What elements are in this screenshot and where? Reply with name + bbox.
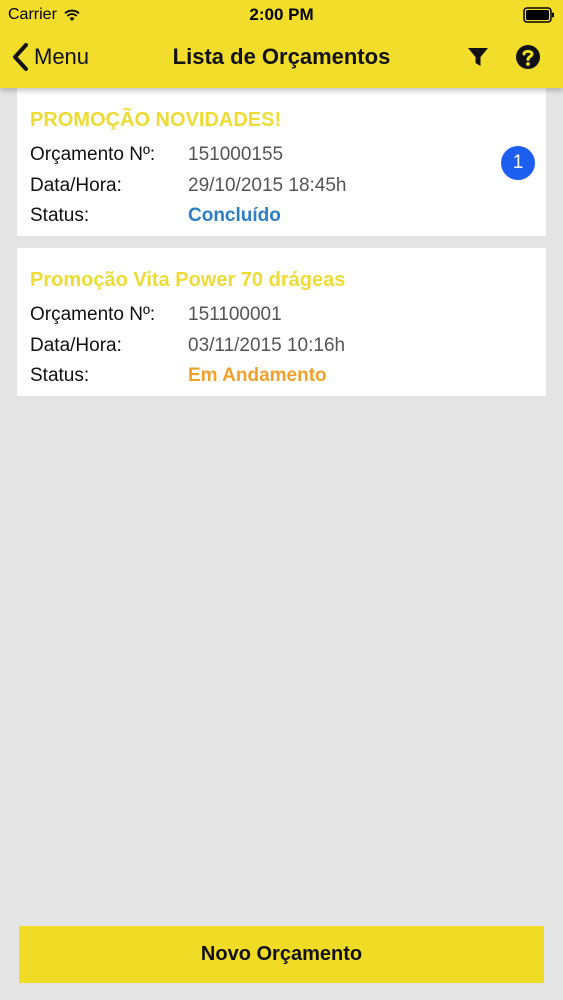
notification-badge: 1 bbox=[501, 146, 535, 180]
clock: 2:00 PM bbox=[249, 5, 314, 24]
quote-card[interactable]: PROMOÇÃO NOVIDADES! Orçamento Nº: 151000… bbox=[17, 88, 546, 236]
back-button[interactable]: Menu bbox=[10, 40, 89, 74]
help-icon[interactable] bbox=[514, 43, 542, 71]
quote-status-value: Em Andamento bbox=[188, 365, 327, 386]
quote-number-value: 151100001 bbox=[188, 304, 282, 325]
quote-number-label: Orçamento Nº: bbox=[30, 144, 156, 165]
battery-icon bbox=[523, 7, 554, 23]
quote-number-label: Orçamento Nº: bbox=[30, 304, 156, 325]
quote-status-label: Status: bbox=[30, 205, 90, 226]
status-bar: Carrier 2:00 PM bbox=[0, 0, 563, 30]
filter-icon[interactable] bbox=[464, 43, 492, 71]
navigation-bar: Menu Lista de Orçamentos bbox=[0, 32, 563, 86]
new-quote-button[interactable]: Novo Orçamento bbox=[19, 926, 544, 983]
quote-status-value: Concluído bbox=[188, 205, 281, 226]
quote-date-row: Data/Hora: 29/10/2015 18:45h bbox=[30, 174, 500, 198]
quote-date-label: Data/Hora: bbox=[30, 335, 122, 356]
quote-number-row: Orçamento Nº: 151100001 bbox=[30, 303, 500, 327]
chevron-left-icon bbox=[13, 43, 28, 71]
back-button-label: Menu bbox=[34, 44, 90, 69]
quote-date-label: Data/Hora: bbox=[30, 175, 122, 196]
quote-status-label: Status: bbox=[30, 365, 90, 386]
quote-number-value: 151000155 bbox=[188, 144, 284, 165]
quote-title: Promoção Vita Power 70 drágeas bbox=[30, 269, 346, 291]
quote-number-row: Orçamento Nº: 151000155 bbox=[30, 143, 500, 167]
quote-date-value: 03/11/2015 10:16h bbox=[188, 335, 346, 356]
quote-card[interactable]: Promoção Vita Power 70 drágeas Orçamento… bbox=[17, 248, 546, 396]
top-bar: Carrier 2:00 PM Menu Lista de Orçamentos bbox=[0, 0, 563, 88]
quote-status-row: Status: Em Andamento bbox=[30, 364, 500, 388]
quote-date-value: 29/10/2015 18:45h bbox=[188, 175, 347, 196]
quote-status-row: Status: Concluído bbox=[30, 204, 500, 228]
quote-date-row: Data/Hora: 03/11/2015 10:16h bbox=[30, 334, 500, 358]
quote-title: PROMOÇÃO NOVIDADES! bbox=[30, 109, 282, 131]
